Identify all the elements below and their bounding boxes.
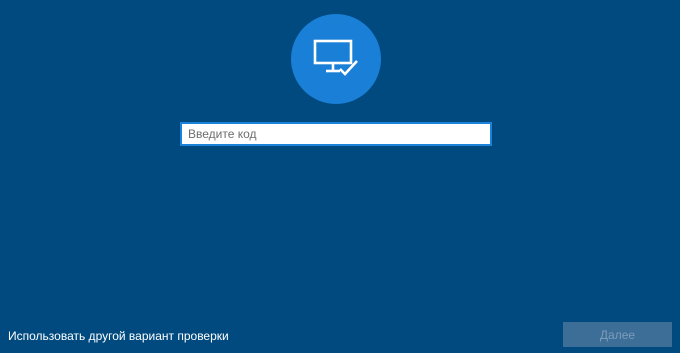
next-button[interactable]: Далее — [563, 322, 672, 347]
monitor-check-icon — [313, 39, 358, 76]
verification-code-input[interactable] — [180, 122, 492, 146]
device-verified-badge — [291, 14, 381, 104]
use-another-verification-link[interactable]: Использовать другой вариант проверки — [8, 329, 229, 343]
